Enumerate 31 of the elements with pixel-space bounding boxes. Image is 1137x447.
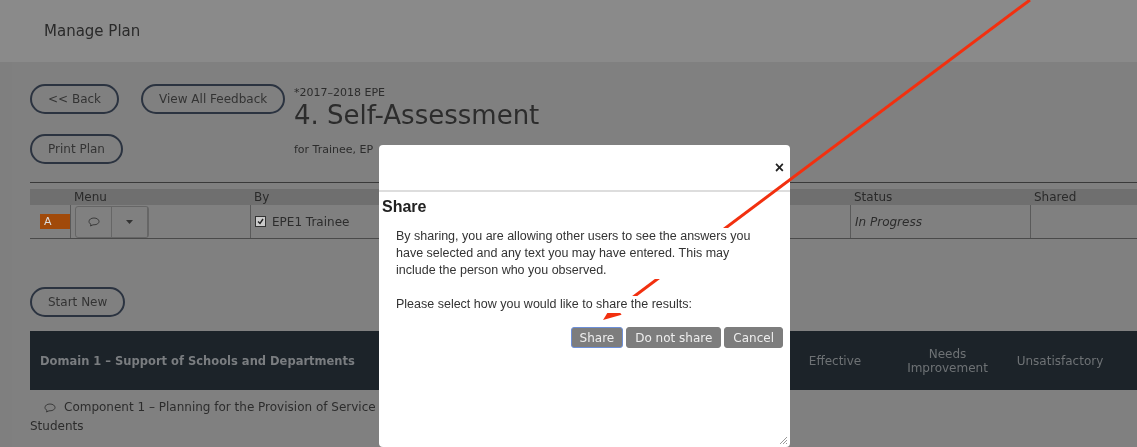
component-title: Students bbox=[30, 418, 85, 435]
column-header: Status bbox=[853, 190, 894, 204]
author-name: EPE1 Trainee bbox=[272, 214, 350, 229]
plan-title: 4. Self-Assessment bbox=[294, 99, 540, 131]
speech-bubble-icon bbox=[44, 402, 56, 413]
dialog-button[interactable]: Do not share bbox=[626, 327, 722, 348]
column-header: By bbox=[253, 190, 271, 204]
print-button[interactable]: Print Plan bbox=[30, 134, 123, 164]
close-button[interactable]: × bbox=[774, 158, 784, 177]
plan-subtitle: for Trainee, EP bbox=[294, 143, 375, 156]
resize-grip-icon[interactable] bbox=[779, 436, 788, 445]
view-feedback-button[interactable]: View All Feedback bbox=[141, 84, 286, 114]
domain-title: Domain 1 – Support of Schools and Departments bbox=[40, 353, 356, 368]
rating-column-label: Unsatisfactory bbox=[1015, 353, 1105, 368]
status-text: In Progress bbox=[855, 214, 922, 229]
speech-bubble-icon bbox=[87, 216, 100, 227]
rating-column-label: Needs Improvement bbox=[906, 346, 989, 375]
checkbox[interactable] bbox=[255, 216, 266, 227]
back-button[interactable]: << Back bbox=[30, 84, 120, 114]
status-badge: A bbox=[40, 214, 70, 229]
column-header: Menu bbox=[73, 190, 108, 204]
dialog-button[interactable]: Cancel bbox=[724, 327, 783, 348]
page-title: Manage Plan bbox=[44, 22, 141, 40]
start-new-button[interactable]: Start New bbox=[30, 287, 126, 317]
column-header: Shared bbox=[1033, 190, 1078, 204]
dialog-title: Share bbox=[382, 198, 428, 216]
rating-column-label: Effective bbox=[807, 353, 863, 368]
plan-year: *2017–2018 EPE bbox=[294, 86, 387, 99]
dialog-button[interactable]: Share bbox=[570, 327, 624, 348]
caret-icon bbox=[126, 219, 133, 224]
component-title: Component 1 – Planning for the Provision of Service bbox=[64, 399, 376, 416]
